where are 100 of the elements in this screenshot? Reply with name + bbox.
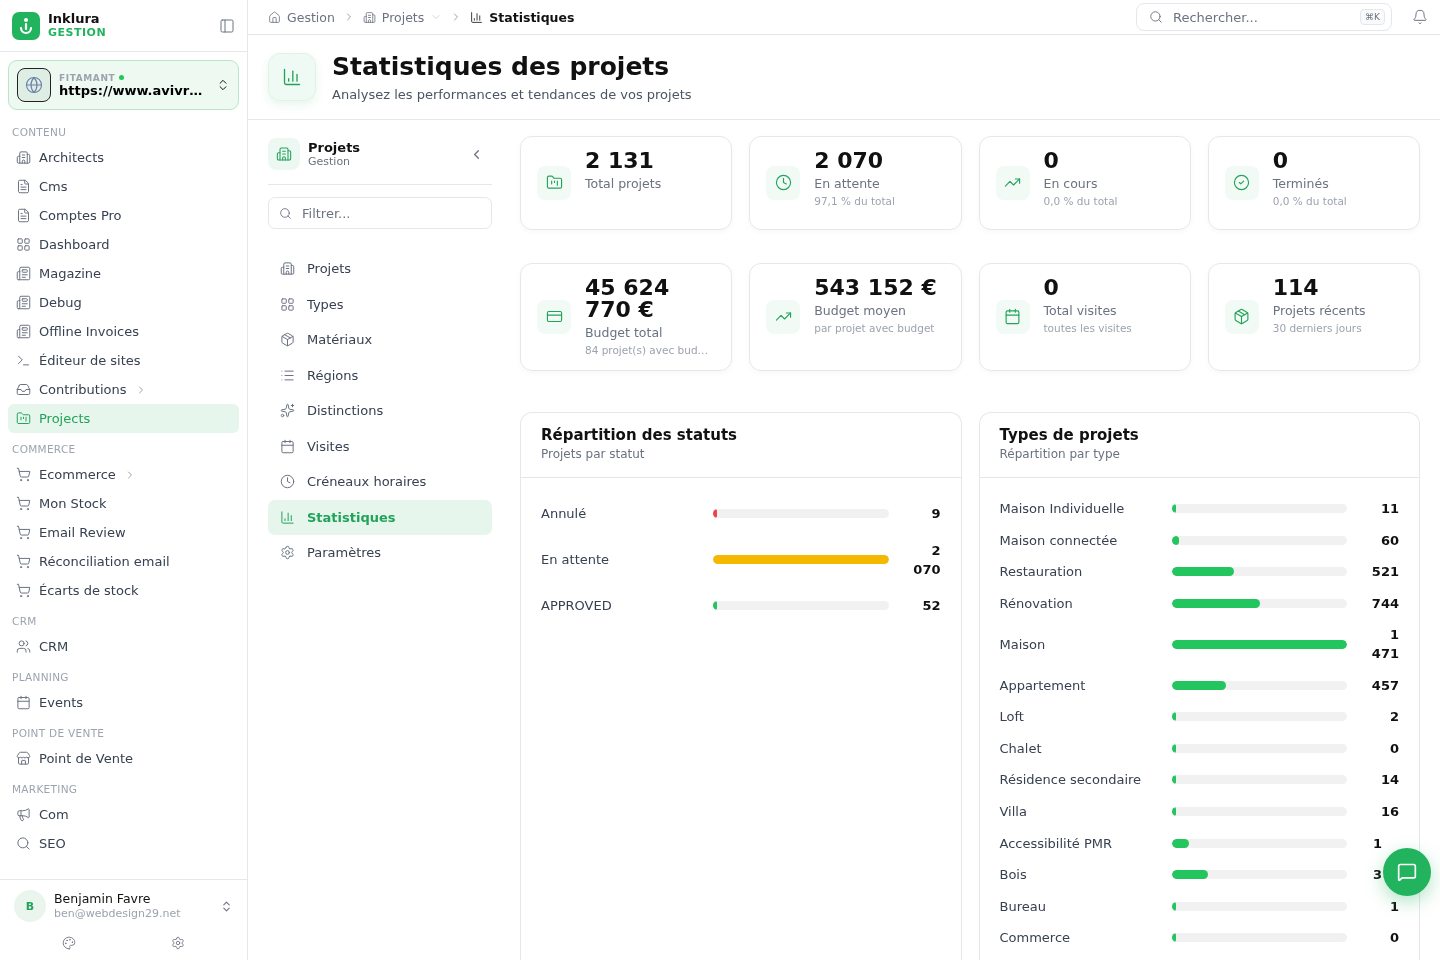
newspaper-icon xyxy=(16,266,31,281)
sidebar-item[interactable]: Éditeur de sites xyxy=(8,346,239,375)
grid-icon xyxy=(16,237,31,252)
row-label: Maison Individuelle xyxy=(999,501,1126,517)
subnav-item[interactable]: Créneaux horaires xyxy=(268,464,492,499)
stat-note: 97,1 % du total xyxy=(814,195,895,207)
page-subtitle: Analysez les performances et tendances de vos projets xyxy=(332,86,692,102)
row-value: 1 471 xyxy=(1370,626,1399,664)
site-url: https://www.avivr… xyxy=(59,82,204,98)
row-label: Loft xyxy=(999,709,1025,725)
sidebar-item[interactable]: Architects xyxy=(8,143,239,172)
subnav-item[interactable]: Projets xyxy=(268,251,492,286)
breadcrumb-link[interactable]: Gestion xyxy=(268,9,335,25)
row-value: 521 xyxy=(1370,563,1399,582)
sidebar-item[interactable]: Comptes Pro xyxy=(8,201,239,230)
chevrons-icon[interactable] xyxy=(220,899,233,913)
list-icon xyxy=(280,367,295,383)
settings-icon[interactable] xyxy=(171,936,186,950)
subnav-item[interactable]: Régions xyxy=(268,357,492,393)
sidebar-item[interactable]: Events xyxy=(8,688,239,717)
calendar-icon xyxy=(280,438,295,454)
subnav-item[interactable]: Distinctions xyxy=(268,393,492,428)
row-value: 9 xyxy=(930,505,941,524)
calendar-icon xyxy=(995,299,1030,334)
row-value: 1 xyxy=(1372,834,1384,853)
globe-icon xyxy=(17,68,51,102)
building-icon xyxy=(16,150,31,165)
search-icon xyxy=(279,206,292,220)
sidebar-item[interactable]: Debug xyxy=(8,288,239,317)
inbox-icon xyxy=(16,382,31,397)
breadcrumb-link[interactable]: Projets xyxy=(362,9,443,25)
row-label: Villa xyxy=(999,804,1028,820)
cart-icon xyxy=(16,496,31,511)
subnav-item[interactable]: Paramètres xyxy=(268,535,492,570)
section-title: MARKETING xyxy=(11,782,79,797)
row-label: Commerce xyxy=(999,930,1072,946)
panel-title: Projets xyxy=(308,140,362,155)
bar-chart-icon xyxy=(280,509,295,525)
sidebar-item[interactable]: Contributions xyxy=(8,375,239,404)
stat-note: 0,0 % du total xyxy=(1043,195,1118,207)
row-value: 11 xyxy=(1379,500,1399,519)
sidebar-item[interactable]: Ecommerce xyxy=(8,460,239,489)
sidebar-item[interactable]: Email Review xyxy=(8,518,239,547)
grid-icon xyxy=(280,296,295,312)
bell-icon[interactable] xyxy=(1412,9,1428,25)
row-label: Restauration xyxy=(999,564,1084,580)
stat-note: 0,0 % du total xyxy=(1272,195,1347,207)
stat-label: Terminés xyxy=(1272,175,1330,193)
sidebar-item[interactable]: Com xyxy=(8,800,239,829)
user-avatar: B xyxy=(14,890,46,922)
site-selector[interactable]: FITAMANT https://www.avivr… xyxy=(8,60,239,110)
row-value: 1 xyxy=(1388,897,1399,916)
cart-icon xyxy=(16,583,31,598)
row-value: 0 xyxy=(1388,929,1399,948)
bar-chart-icon xyxy=(268,53,316,101)
stat-note: 30 derniers jours xyxy=(1272,322,1363,334)
chat-button[interactable] xyxy=(1383,848,1431,896)
sidebar-item[interactable]: CRM xyxy=(8,632,239,661)
store-icon xyxy=(16,751,31,766)
user-email: ben@webdesign29.net xyxy=(54,906,182,921)
subnav-item[interactable]: Types xyxy=(268,286,492,322)
row-label: Accessibilité PMR xyxy=(999,835,1114,851)
cart-icon xyxy=(16,554,31,569)
sidebar-item[interactable]: Réconciliation email xyxy=(8,547,239,576)
sidebar-item[interactable]: Cms xyxy=(8,172,239,201)
palette-icon[interactable] xyxy=(61,936,76,950)
row-value: 3 xyxy=(1372,866,1384,885)
row-label: Chalet xyxy=(999,740,1043,756)
row-value: 16 xyxy=(1379,803,1399,822)
sidebar-item[interactable]: Dashboard xyxy=(8,230,239,259)
sidebar-item[interactable]: Offline Invoices xyxy=(8,317,239,346)
users-icon xyxy=(16,639,31,654)
brand-subtitle: GESTION xyxy=(48,26,108,40)
search-icon xyxy=(1149,10,1163,24)
sidebar-item[interactable]: SEO xyxy=(8,829,239,858)
clock-icon xyxy=(280,474,295,489)
row-value: 14 xyxy=(1379,771,1399,790)
subnav-item[interactable]: Visites xyxy=(268,428,492,464)
breadcrumb-link[interactable]: Statistiques xyxy=(470,9,575,25)
stat-value: 2 070 xyxy=(814,150,885,172)
panel-subtitle: Répartition par type xyxy=(999,447,1121,461)
sidebar-item[interactable]: Mon Stock xyxy=(8,489,239,518)
row-label: Maison connectée xyxy=(999,532,1119,548)
row-label: Résidence secondaire xyxy=(999,772,1143,788)
chat-icon xyxy=(1397,862,1417,882)
sidebar-item[interactable]: Écarts de stock xyxy=(8,576,239,605)
brand-name: Inklura xyxy=(48,12,101,26)
subnav-item[interactable]: Matériaux xyxy=(268,322,492,357)
search-field[interactable]: Rechercher... ⌘K xyxy=(1136,3,1392,31)
stat-value: 0 xyxy=(1043,277,1060,299)
building-icon xyxy=(362,10,376,24)
row-label: Bureau xyxy=(999,898,1047,914)
sidebar-item[interactable]: Magazine xyxy=(8,259,239,288)
box-icon xyxy=(1224,299,1259,334)
sidebar-toggle-icon[interactable] xyxy=(219,18,235,34)
filter-field[interactable]: Filtrer... xyxy=(268,197,492,229)
panel-subtitle: Gestion xyxy=(308,155,352,168)
sidebar-item[interactable]: Point de Vente xyxy=(8,744,239,773)
folder-icon xyxy=(16,411,31,426)
building-icon xyxy=(280,261,295,276)
